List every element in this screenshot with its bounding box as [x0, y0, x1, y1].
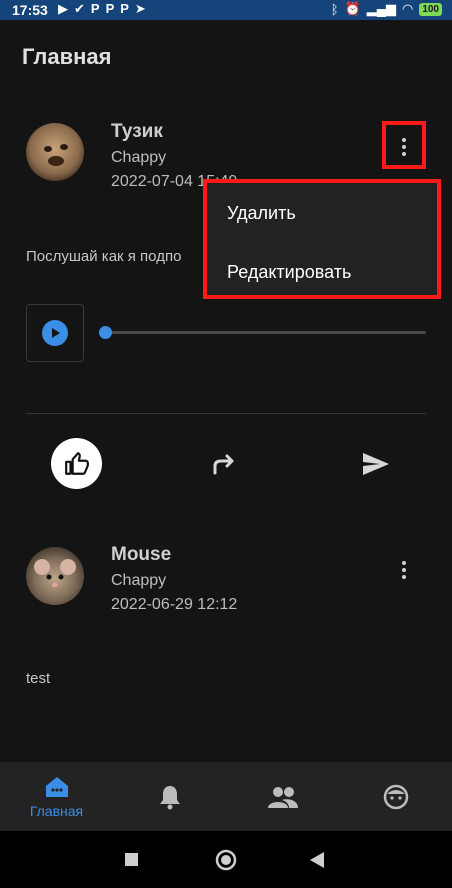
menu-item-edit[interactable]: Редактировать [227, 262, 351, 283]
post-author: Тузик [111, 121, 163, 142]
screen: 17:53 ▶ ✔ P P P ➤ ᛒ ⏰ ▂▄▆ ◠ 100 Главная … [0, 0, 452, 888]
menu-item-delete[interactable]: Удалить [227, 203, 296, 224]
play-notification-icon: ▶ [58, 1, 68, 16]
post-author: Mouse [111, 544, 172, 565]
post-app: Chappy [111, 572, 167, 589]
wifi-icon: ◠ [401, 1, 414, 16]
send-icon [363, 453, 389, 475]
bell-icon [159, 785, 180, 809]
system-nav-bar [0, 831, 452, 888]
avatar[interactable] [26, 547, 84, 605]
back-button[interactable] [310, 852, 324, 868]
signal-icon: ▂▄▆ [366, 1, 396, 16]
notification-icons: ▶ ✔ P P P ➤ [58, 1, 146, 17]
post-app: Chappy [111, 149, 167, 166]
page-title: Главная [22, 44, 112, 69]
menu-button-highlight [382, 121, 426, 169]
battery-indicator: 100 [419, 2, 442, 16]
status-time: 17:53 [12, 2, 48, 18]
nav-item-people[interactable] [226, 762, 339, 831]
bottom-nav: Главная [0, 762, 452, 831]
post-text: Послушай как я подпо [26, 248, 182, 265]
nav-label-home: Главная [29, 802, 84, 819]
parking-icon: P [90, 1, 100, 16]
dot [402, 561, 406, 565]
recents-button[interactable] [125, 853, 138, 866]
nav-item-profile[interactable] [339, 762, 452, 831]
thumb-up-icon [64, 451, 89, 475]
system-icons: ᛒ ⏰ ▂▄▆ ◠ 100 [331, 1, 442, 17]
bluetooth-icon: ᛒ [330, 1, 339, 17]
send-button[interactable] [362, 452, 390, 481]
dot [402, 568, 406, 572]
share-button[interactable] [213, 453, 239, 480]
dog-avatar-image [26, 123, 84, 181]
face-icon [383, 784, 408, 809]
context-menu: Удалить Редактировать [203, 179, 441, 299]
home-system-button[interactable] [215, 849, 237, 871]
play-icon [42, 320, 68, 346]
telegram-icon: ➤ [134, 1, 146, 16]
divider [26, 413, 426, 414]
home-icon [45, 776, 68, 797]
status-bar: 17:53 ▶ ✔ P P P ➤ ᛒ ⏰ ▂▄▆ ◠ 100 [0, 0, 452, 20]
people-icon [267, 786, 298, 808]
nav-item-home[interactable]: Главная [0, 762, 113, 831]
audio-seekbar-thumb[interactable] [99, 326, 112, 339]
post-date: 2022-06-29 12:12 [111, 596, 238, 613]
mouse-avatar-image [26, 547, 84, 605]
alarm-icon: ⏰ [344, 1, 361, 16]
dot [402, 575, 406, 579]
parking-icon-3: P [120, 1, 129, 16]
play-button[interactable] [26, 304, 84, 362]
nav-item-notifications[interactable] [113, 762, 226, 831]
avatar[interactable] [26, 123, 84, 181]
audio-seekbar[interactable] [104, 331, 426, 334]
like-button[interactable] [51, 438, 102, 489]
parking-icon-2: P [105, 1, 115, 16]
check-notification-icon: ✔ [74, 1, 85, 16]
post-text: test [26, 670, 51, 687]
post-menu-button[interactable] [392, 555, 416, 585]
reply-arrow-icon [213, 454, 234, 475]
